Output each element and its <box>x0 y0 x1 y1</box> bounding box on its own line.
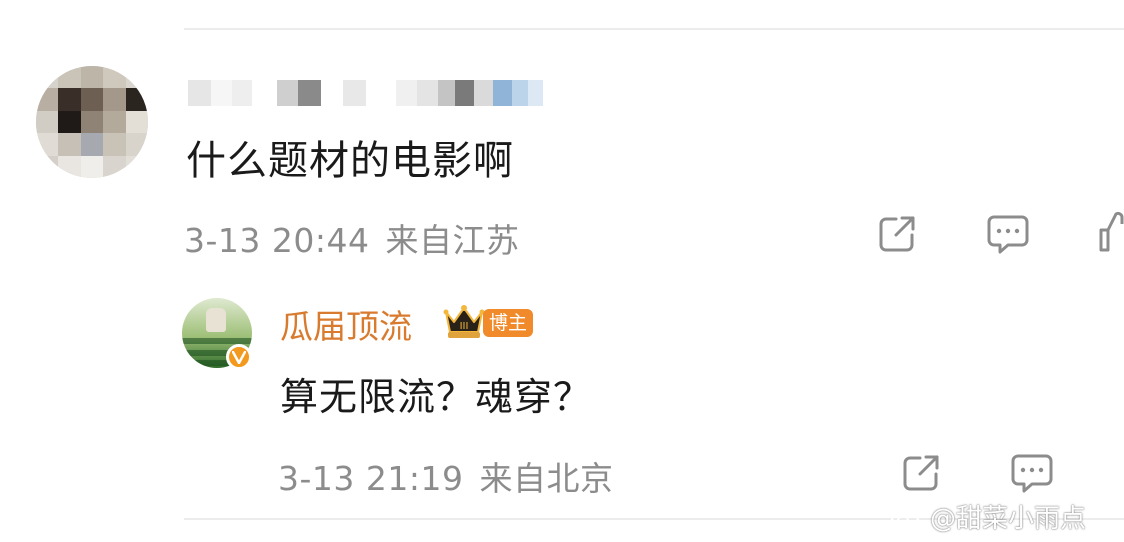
crown-icon: III <box>442 304 486 344</box>
svg-text:III: III <box>460 321 469 332</box>
reply-meta: 3-13 21:19 来自北京 <box>278 452 614 500</box>
verified-badge-icon <box>226 344 252 370</box>
reply-share-icon[interactable] <box>900 452 942 494</box>
reply-time: 3-13 21:19 <box>278 459 464 498</box>
reply-comment-icon[interactable] <box>1010 452 1054 494</box>
weibo-logo-icon <box>890 505 924 529</box>
blogger-badge: 博主 <box>483 309 534 337</box>
commenter-avatar-blurred[interactable] <box>36 66 148 178</box>
comment-meta: 3-13 20:44 来自江苏 <box>184 214 520 262</box>
reply-text: 算无限流？魂穿？ <box>280 375 593 419</box>
watermark: @甜菜小雨点 <box>890 498 1086 535</box>
replier-username[interactable]: 瓜届顶流 <box>280 300 412 348</box>
commenter-name-blurred[interactable] <box>188 80 544 106</box>
comment-time: 3-13 20:44 <box>184 221 370 260</box>
watermark-text: @甜菜小雨点 <box>930 504 1087 534</box>
top-divider <box>184 28 1124 30</box>
comment-icon[interactable] <box>986 213 1030 255</box>
like-icon[interactable] <box>1098 210 1124 254</box>
comment-location: 来自江苏 <box>385 221 520 260</box>
comment-text: 什么题材的电影啊 <box>186 138 514 184</box>
share-icon[interactable] <box>876 213 918 255</box>
reply-location: 来自北京 <box>479 459 614 498</box>
